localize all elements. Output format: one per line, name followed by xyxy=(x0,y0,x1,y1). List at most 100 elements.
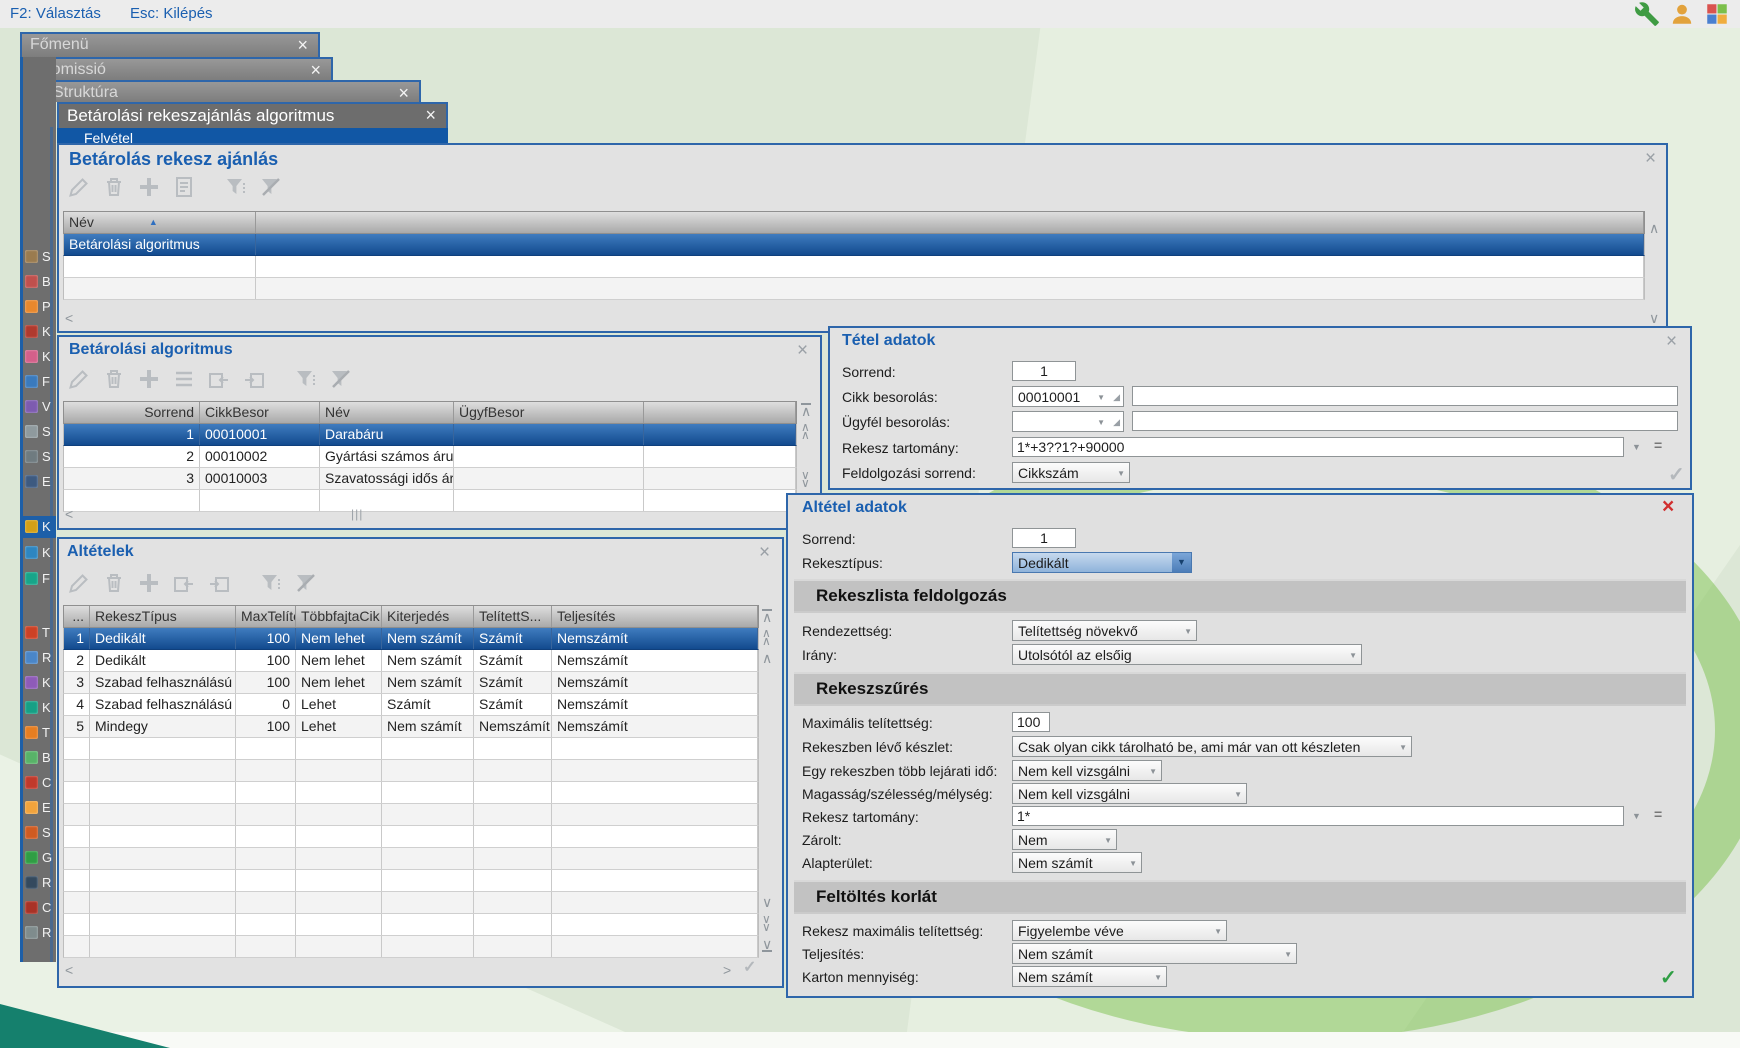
close-icon[interactable]: × xyxy=(1662,498,1674,516)
document-icon[interactable] xyxy=(172,175,196,199)
sidebar-item-p-2[interactable]: P xyxy=(20,296,56,318)
sidebar-item-s-7[interactable]: S xyxy=(20,421,56,443)
close-icon[interactable]: × xyxy=(1666,333,1677,351)
add-icon[interactable] xyxy=(137,367,161,391)
sidebar-item-k-11[interactable]: K xyxy=(20,542,56,564)
sidebar-item-c-24[interactable]: C xyxy=(20,897,56,919)
table-row[interactable] xyxy=(63,848,759,870)
resize-grip-icon[interactable]: ◢ xyxy=(1113,417,1120,428)
window-struktura[interactable]: Struktúra × xyxy=(43,80,421,102)
close-icon[interactable]: × xyxy=(425,105,436,126)
table-row[interactable] xyxy=(63,278,1645,300)
sidebar-item-f-5[interactable]: F xyxy=(20,371,56,393)
delete-icon[interactable] xyxy=(102,367,126,391)
sidebar-item-r-25[interactable]: R xyxy=(20,922,56,944)
table-row[interactable]: 3Szabad felhasználású100Nem lehetNem szá… xyxy=(63,672,759,694)
scroll-pagedown-icon[interactable]: ∨∨ xyxy=(801,471,810,487)
resize-grip-icon[interactable]: ◢ xyxy=(1113,392,1120,403)
magassag-dropdown[interactable]: Nem kell vizsgálni ▼ xyxy=(1012,783,1247,804)
export-icon[interactable] xyxy=(207,571,231,595)
scroll-up-icon[interactable]: ∧ xyxy=(762,651,772,665)
scroll-down-icon[interactable]: ∨ xyxy=(762,895,772,909)
chevron-down-icon[interactable]: ▼ xyxy=(1632,442,1641,452)
close-icon[interactable]: × xyxy=(797,342,808,360)
table-row[interactable]: 4Szabad felhasználású0LehetSzámítSzámítN… xyxy=(63,694,759,716)
edit-icon[interactable] xyxy=(67,571,91,595)
sidebar-item-c-19[interactable]: C xyxy=(20,772,56,794)
rekesztipus-dropdown[interactable]: Dedikált ▼ xyxy=(1012,552,1192,573)
table-row[interactable] xyxy=(63,826,759,848)
table-row[interactable] xyxy=(63,760,759,782)
filter-icon[interactable] xyxy=(294,367,318,391)
sidebar-item-v-6[interactable]: V xyxy=(20,396,56,418)
scroll-up-icon[interactable]: ∧ xyxy=(1649,221,1659,235)
sidebar-item-g-22[interactable]: G xyxy=(20,847,56,869)
sidebar-item-t-13[interactable]: T xyxy=(20,622,56,644)
apps-icon[interactable] xyxy=(1704,1,1730,27)
rekesz-tartomany-input[interactable]: 1* xyxy=(1012,806,1624,826)
sidebar-item-k-10[interactable]: K xyxy=(20,516,56,538)
cikk-besorolas-combo[interactable]: 00010001 ▼ ◢ xyxy=(1012,386,1124,407)
alapterulet-dropdown[interactable]: Nem számít ▼ xyxy=(1012,852,1142,873)
column-header[interactable]: Név▲ xyxy=(64,212,256,233)
list-icon[interactable] xyxy=(172,367,196,391)
sidebar-item-b-18[interactable]: B xyxy=(20,747,56,769)
delete-icon[interactable] xyxy=(102,175,126,199)
filter-icon[interactable] xyxy=(259,571,283,595)
filter-clear-icon[interactable] xyxy=(294,571,318,595)
scroll-down-icon[interactable]: ∨ xyxy=(1649,311,1659,325)
table-row[interactable]: 100010001Darabáru xyxy=(63,424,797,446)
table-row[interactable] xyxy=(63,914,759,936)
column-header[interactable]: ... xyxy=(64,606,90,627)
import-icon[interactable] xyxy=(172,571,196,595)
sidebar-item-k-4[interactable]: K xyxy=(20,346,56,368)
scroll-pageup-icon[interactable]: ∧∧ xyxy=(762,629,771,645)
max-telitettseg-input[interactable]: 100 xyxy=(1012,712,1050,732)
column-header[interactable]: RekeszTípus xyxy=(90,606,236,627)
table-row[interactable] xyxy=(63,782,759,804)
window-fomenu[interactable]: Főmenü × xyxy=(20,32,320,57)
ugyfel-besorolas-combo[interactable]: ▼ ◢ xyxy=(1012,411,1124,432)
chevron-down-icon[interactable]: ▼ xyxy=(1097,418,1105,427)
sidebar-item-k-16[interactable]: K xyxy=(20,697,56,719)
ugyfel-besorolas-name-input[interactable] xyxy=(1132,411,1678,431)
column-header[interactable] xyxy=(256,212,1644,233)
shortcut-f2[interactable]: F2: Választás xyxy=(10,5,101,22)
scroll-top-icon[interactable]: ∧ xyxy=(801,403,811,418)
table-row[interactable] xyxy=(63,490,797,512)
import-icon[interactable] xyxy=(207,367,231,391)
sidebar-item-s-8[interactable]: S xyxy=(20,446,56,468)
filter-clear-icon[interactable] xyxy=(259,175,283,199)
table-row[interactable] xyxy=(63,738,759,760)
sidebar-item-s-21[interactable]: S xyxy=(20,822,56,844)
karton-mennyiseg-dropdown[interactable]: Nem számít ▼ xyxy=(1012,966,1167,987)
shortcut-esc[interactable]: Esc: Kilépés xyxy=(130,5,213,22)
edit-icon[interactable] xyxy=(67,367,91,391)
rendezettseg-dropdown[interactable]: Telítettség növekvő ▼ xyxy=(1012,620,1197,641)
user-icon[interactable] xyxy=(1669,1,1695,27)
table-row[interactable] xyxy=(63,936,759,958)
equals-icon[interactable]: = xyxy=(1654,437,1662,453)
close-icon[interactable]: × xyxy=(297,35,308,56)
sidebar-item-k-3[interactable]: K xyxy=(20,321,56,343)
sidebar-item-t-17[interactable]: T xyxy=(20,722,56,744)
scroll-top-icon[interactable]: ∧ xyxy=(762,609,772,624)
confirm-check-icon[interactable]: ✓ xyxy=(743,957,756,977)
sidebar-item-f-12[interactable]: F xyxy=(20,568,56,590)
sidebar-item-e-20[interactable]: E xyxy=(20,797,56,819)
scroll-left-icon[interactable]: < xyxy=(65,311,73,325)
save-check-icon[interactable]: ✓ xyxy=(1660,965,1677,990)
zarolt-dropdown[interactable]: Nem ▼ xyxy=(1012,829,1117,850)
column-header[interactable]: Kiterjedés xyxy=(382,606,474,627)
column-header[interactable]: Név xyxy=(320,402,454,423)
filter-clear-icon[interactable] xyxy=(329,367,353,391)
table-row[interactable] xyxy=(63,892,759,914)
table-row[interactable] xyxy=(63,804,759,826)
chevron-down-icon[interactable]: ▼ xyxy=(1632,811,1641,821)
column-header[interactable]: TelítettS... xyxy=(474,606,552,627)
table-row[interactable] xyxy=(63,256,1645,278)
close-icon[interactable]: × xyxy=(1645,150,1656,168)
sidebar-item-r-23[interactable]: R xyxy=(20,872,56,894)
table-row[interactable] xyxy=(63,870,759,892)
splitter-handle[interactable]: ||| xyxy=(351,507,363,521)
